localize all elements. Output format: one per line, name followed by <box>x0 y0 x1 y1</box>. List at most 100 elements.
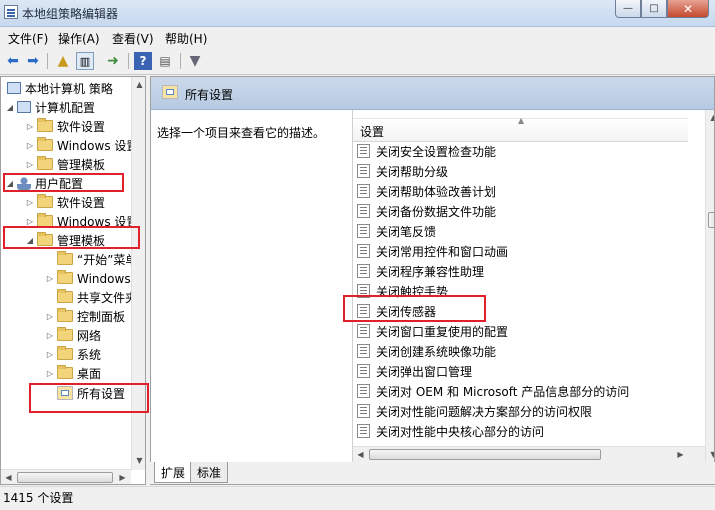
policy-icon <box>357 324 370 338</box>
setting-item[interactable]: 关闭笔反馈 <box>357 221 436 241</box>
expand-arrow-icon[interactable]: ▷ <box>25 141 35 150</box>
up-folder-icon[interactable]: ▲ <box>54 52 72 70</box>
menu-action[interactable]: 操作(A) <box>58 30 100 47</box>
app-icon <box>4 5 18 19</box>
setting-item[interactable]: 关闭对 OEM 和 Microsoft 产品信息部分的访问 <box>357 381 629 401</box>
setting-item[interactable]: 关闭程序兼容性助理 <box>357 261 484 281</box>
show-tree-icon[interactable]: ▥ <box>76 52 94 70</box>
setting-item-label: 关闭帮助体验改善计划 <box>376 184 497 199</box>
menu-view[interactable]: 查看(V) <box>112 30 154 47</box>
setting-item[interactable]: 关闭创建系统映像功能 <box>357 341 496 361</box>
close-button[interactable]: ✕ <box>667 0 709 18</box>
menu-file[interactable]: 文件(F) <box>8 30 48 47</box>
setting-item[interactable]: 关闭帮助体验改善计划 <box>357 181 496 201</box>
tree-label: 网络 <box>77 328 102 343</box>
setting-item[interactable]: 关闭窗口重复使用的配置 <box>357 321 508 341</box>
expand-arrow-icon[interactable]: ▷ <box>45 312 55 321</box>
collapse-arrow-icon[interactable]: ◢ <box>25 236 35 245</box>
scroll-up-arrow-icon[interactable]: ▲ <box>132 77 145 92</box>
tree-item-shared-folders[interactable]: 共享文件夹 <box>45 288 137 306</box>
menu-help[interactable]: 帮助(H) <box>165 30 207 47</box>
toolbar-separator <box>128 53 129 69</box>
tree-user-config[interactable]: ◢ 用户配置 <box>5 174 83 192</box>
tree-item-desktop[interactable]: ▷ 桌面 <box>45 364 101 382</box>
setting-item[interactable]: 关闭触控手势 <box>357 281 448 301</box>
folder-icon <box>57 270 73 284</box>
all-settings-icon <box>57 386 73 400</box>
scroll-thumb[interactable] <box>708 212 714 228</box>
collapse-arrow-icon[interactable]: ◢ <box>5 103 15 112</box>
tree-item-admin-templates[interactable]: ▷ 管理模板 <box>25 155 105 173</box>
setting-item[interactable]: 关闭传感器 <box>357 301 436 321</box>
settings-list: 设置 ▲ 关闭安全设置检查功能 关闭帮助分级关闭帮助体验改善计划关闭备份数据文件功… <box>352 110 706 462</box>
expand-arrow-icon[interactable]: ▷ <box>45 350 55 359</box>
tree-item-user-windows-settings[interactable]: ▷ Windows 设置 <box>25 212 138 230</box>
tree-vertical-scrollbar[interactable]: ▲ ▼ <box>131 77 145 470</box>
tab-standard[interactable]: 标准 <box>190 462 229 483</box>
scroll-thumb[interactable] <box>369 449 601 460</box>
expand-arrow-icon[interactable]: ▷ <box>25 217 35 226</box>
forward-icon[interactable]: ➡ <box>24 52 42 70</box>
tree-label: 控制面板 <box>77 309 126 324</box>
setting-item[interactable]: 关闭备份数据文件功能 <box>357 201 496 221</box>
collapse-arrow-icon[interactable]: ◢ <box>5 179 15 188</box>
tree-item-software-settings[interactable]: ▷ 软件设置 <box>25 117 105 135</box>
list-vertical-scrollbar[interactable]: ▲ ▼ <box>705 110 714 462</box>
folder-icon <box>37 137 53 151</box>
setting-item[interactable]: 关闭对性能中央核心部分的访问 <box>357 421 544 441</box>
scroll-left-arrow-icon[interactable]: ◀ <box>353 447 368 462</box>
expand-arrow-icon[interactable]: ▷ <box>25 122 35 131</box>
scroll-left-arrow-icon[interactable]: ◀ <box>1 470 16 484</box>
tab-extended[interactable]: 扩展 <box>154 462 193 483</box>
policy-icon <box>357 224 370 238</box>
scroll-right-arrow-icon[interactable]: ▶ <box>115 470 130 484</box>
policy-icon <box>357 424 370 438</box>
tree-item-windows-settings[interactable]: ▷ Windows 设置 <box>25 136 138 154</box>
policy-icon <box>357 244 370 258</box>
tree-item-all-settings[interactable]: 所有设置 <box>45 384 125 402</box>
setting-item[interactable]: 关闭安全设置检查功能 <box>357 141 496 161</box>
scroll-up-arrow-icon[interactable]: ▲ <box>706 110 714 125</box>
folder-icon <box>37 232 53 246</box>
scroll-thumb[interactable] <box>17 472 113 483</box>
back-icon[interactable]: ⬅ <box>4 52 22 70</box>
expand-arrow-icon[interactable]: ▷ <box>25 160 35 169</box>
tree-horizontal-scrollbar[interactable]: ◀ ▶ <box>1 469 131 484</box>
setting-item[interactable]: 关闭常用控件和窗口动画 <box>357 241 508 261</box>
filter-icon[interactable]: ▼ <box>186 52 204 70</box>
setting-item[interactable]: 关闭对性能问题解决方案部分的访问权限 <box>357 401 592 421</box>
help-icon[interactable]: ? <box>134 52 152 70</box>
tree-item-system[interactable]: ▷ 系统 <box>45 345 101 363</box>
export-icon[interactable]: ➜ <box>104 52 122 70</box>
expand-arrow-icon[interactable]: ▷ <box>45 331 55 340</box>
list-horizontal-scrollbar[interactable]: ◀ ▶ <box>353 446 706 462</box>
expand-arrow-icon[interactable]: ▷ <box>45 369 55 378</box>
toolbar-separator <box>180 53 181 69</box>
tree-item-control-panel[interactable]: ▷ 控制面板 <box>45 307 125 325</box>
details-pane: 所有设置 选择一个项目来查看它的描述。 设置 ▲ 关闭安全设置检查功能 关闭帮助分… <box>150 76 715 485</box>
scroll-right-arrow-icon[interactable]: ▶ <box>673 447 688 462</box>
policy-icon <box>357 344 370 358</box>
setting-item[interactable]: 关闭弹出窗口管理 <box>357 361 472 381</box>
scroll-down-arrow-icon[interactable]: ▼ <box>132 453 145 468</box>
properties-icon[interactable]: ▤ <box>156 52 174 70</box>
status-text: 1415 个设置 <box>3 491 74 505</box>
sort-ascending-icon: ▲ <box>518 116 525 125</box>
column-header-setting[interactable]: 设置 ▲ <box>353 116 688 142</box>
tree-root[interactable]: 本地计算机 策略 <box>5 79 113 97</box>
tree-item-user-software-settings[interactable]: ▷ 软件设置 <box>25 193 105 211</box>
tree-item-start-menu[interactable]: “开始”菜单 <box>45 250 137 268</box>
tree-item-network[interactable]: ▷ 网络 <box>45 326 101 344</box>
tree-item-user-admin-templates[interactable]: ◢ 管理模板 <box>25 231 105 249</box>
setting-item-label: 关闭对性能中央核心部分的访问 <box>376 424 545 439</box>
tree-computer-config[interactable]: ◢ 计算机配置 <box>5 98 95 116</box>
folder-icon <box>37 118 53 132</box>
maximize-button[interactable]: □ <box>641 0 667 18</box>
expand-arrow-icon[interactable]: ▷ <box>45 274 55 283</box>
scroll-down-arrow-icon[interactable]: ▼ <box>706 447 714 462</box>
minimize-button[interactable]: — <box>615 0 641 18</box>
expand-arrow-icon[interactable]: ▷ <box>25 198 35 207</box>
setting-item[interactable]: 关闭帮助分级 <box>357 161 448 181</box>
column-header-label: 设置 <box>360 125 385 139</box>
tree-label: Windows 设置 <box>57 138 139 153</box>
